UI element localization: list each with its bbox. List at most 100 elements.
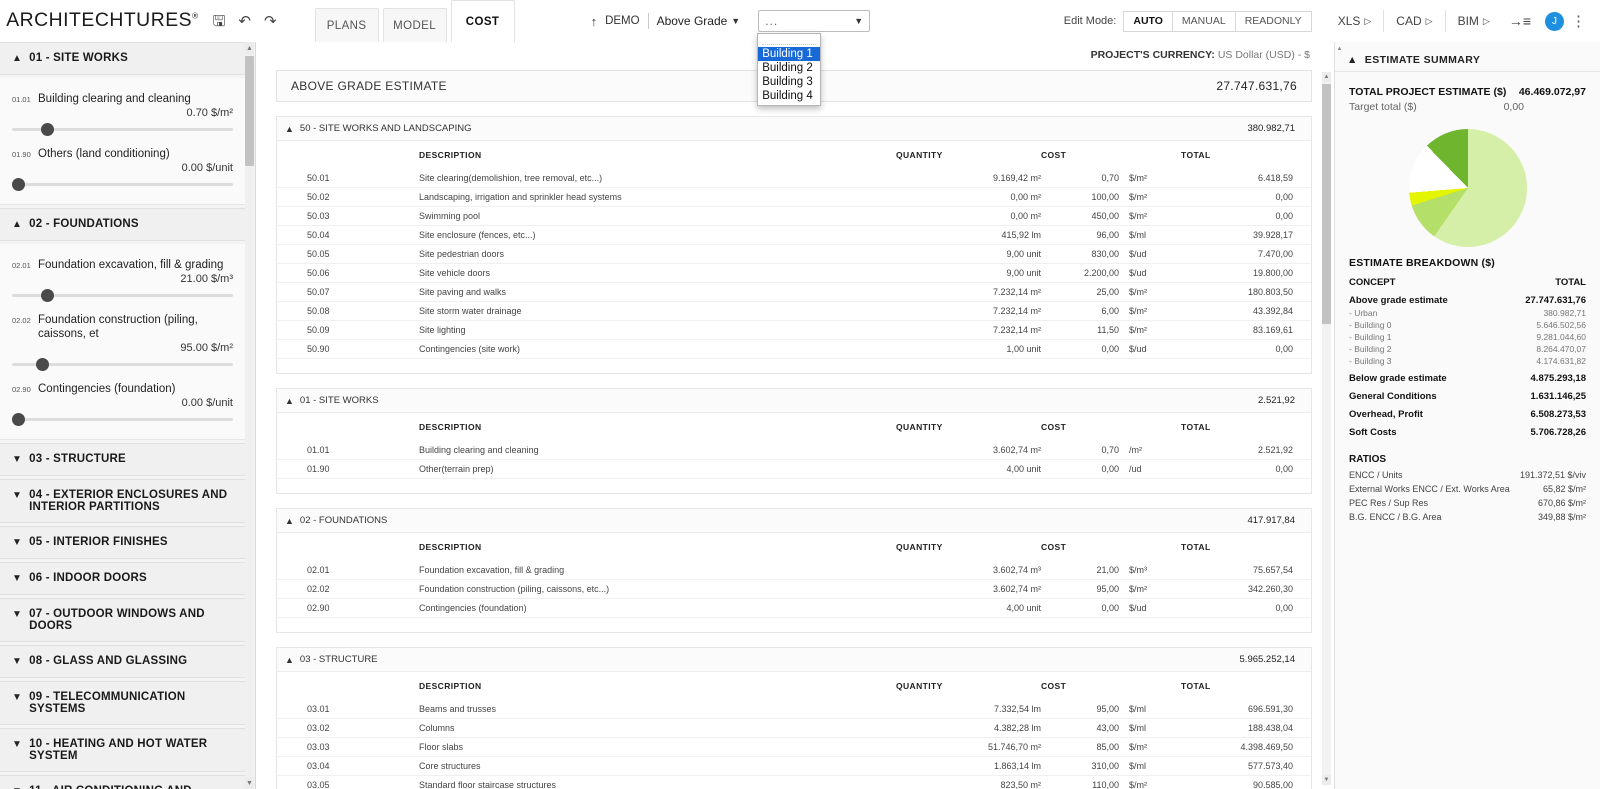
table-row[interactable]: 50.01 Site clearing(demolishion, tree rem… <box>277 169 1311 188</box>
avatar[interactable]: J <box>1545 11 1564 31</box>
grade-selector[interactable]: Above Grade ▼ <box>657 14 741 28</box>
cost-slider[interactable] <box>12 176 233 192</box>
table-row[interactable]: 50.90 Contingencies (site work) 1,00 unit 0… <box>277 339 1311 359</box>
table-row[interactable]: 02.01 Foundation excavation, fill & gradi… <box>277 561 1311 580</box>
table-row[interactable]: 03.01 Beams and trusses 7.332,54 lm 95,00 $/… <box>277 700 1311 719</box>
upload-icon[interactable]: ↑ <box>591 14 598 29</box>
cost-slider[interactable] <box>12 121 233 137</box>
tab-model[interactable]: MODEL <box>382 8 447 42</box>
cost-slider[interactable] <box>12 287 233 303</box>
sidebar-section-title: 04 - EXTERIOR ENCLOSURES AND INTERIOR PA… <box>29 489 228 513</box>
table-row[interactable]: 03.04 Core structures 1.863,14 lm 310,00 $/m… <box>277 756 1311 776</box>
slider-knob[interactable] <box>36 358 50 371</box>
sidebar-section-header[interactable]: ▲ 02 - FOUNDATIONS <box>0 208 245 241</box>
table-row[interactable]: 01.01 Building clearing and cleaning 3.602… <box>277 441 1311 460</box>
cost-section-header[interactable]: ▲ 01 - SITE WORKS 2.521,92 <box>277 389 1311 413</box>
edit-mode-readonly[interactable]: READONLY <box>1234 10 1312 32</box>
summary-scroll-up-arrow[interactable]: ▲ <box>1335 44 1344 54</box>
main-scroll-down-arrow[interactable]: ▼ <box>1322 775 1331 785</box>
tab-cost[interactable]: COST <box>450 0 515 42</box>
slider-knob[interactable] <box>40 289 54 302</box>
cost-slider[interactable] <box>12 411 233 427</box>
chevron-down-icon: ▼ <box>731 16 741 26</box>
sidebar-scroll-down-arrow[interactable]: ▼ <box>245 777 254 789</box>
building-dropdown[interactable]: Building 1 Building 2 Building 3 Buildin… <box>757 33 822 106</box>
dropdown-option-building-3[interactable]: Building 3 <box>758 75 820 89</box>
sidebar-section-header[interactable]: ▼ 09 - TELECOMMUNICATION SYSTEMS <box>0 681 245 725</box>
row-quantity: 0,00 m² <box>896 187 1041 207</box>
sidebar-section-header[interactable]: ▼ 10 - HEATING AND HOT WATER SYSTEM <box>0 728 245 772</box>
dropdown-search-field[interactable] <box>762 38 817 45</box>
sidebar-scrollbar-thumb[interactable] <box>245 56 254 166</box>
row-code: 01.90 <box>277 459 387 479</box>
undo-icon[interactable]: ↶ <box>238 14 251 29</box>
estimate-summary-header[interactable]: ▲ ESTIMATE SUMMARY <box>1335 48 1600 72</box>
row-total: 0,00 <box>1181 598 1311 618</box>
slider-knob[interactable] <box>12 413 25 426</box>
building-combo[interactable]: ... ▼ <box>758 10 871 32</box>
project-name[interactable]: DEMO <box>605 15 640 27</box>
export-cad-button[interactable]: CAD ▷ <box>1383 10 1444 32</box>
save-icon[interactable]: 🖫 <box>213 14 226 29</box>
more-options-icon[interactable]: ⋮ <box>1571 12 1590 30</box>
sidebar-section-header[interactable]: ▼ 05 - INTERIOR FINISHES <box>0 526 245 559</box>
row-code: 02.90 <box>277 598 387 618</box>
table-row[interactable]: 02.02 Foundation construction (piling, ca… <box>277 579 1311 599</box>
cost-section-header[interactable]: ▲ 03 - STRUCTURE 5.965.252,14 <box>277 648 1311 672</box>
target-total-value: 0,00 <box>1503 101 1524 113</box>
table-row[interactable]: 50.06 Site vehicle doors 9,00 unit 2.200,00… <box>277 263 1311 283</box>
body: ▲ 01 - SITE WORKS 01.01 Building clearing a… <box>0 42 1600 789</box>
table-row[interactable]: 03.02 Columns 4.382,28 lm 43,00 $/ml 188.438,… <box>277 718 1311 738</box>
sidebar-section-header[interactable]: ▲ 01 - SITE WORKS <box>0 42 245 75</box>
sidebar-section-header[interactable]: ▼ 08 - GLASS AND GLASSING <box>0 645 245 678</box>
tab-plans[interactable]: PLANS <box>314 8 379 42</box>
main-scrollbar[interactable]: ▲ ▼ <box>1322 72 1331 785</box>
sidebar-section-header[interactable]: ▼ 04 - EXTERIOR ENCLOSURES AND INTERIOR P… <box>0 479 245 523</box>
cost-section-header[interactable]: ▲ 02 - FOUNDATIONS 417.917,84 <box>277 509 1311 533</box>
item-label: Contingencies (foundation) <box>38 383 176 395</box>
cost-slider[interactable] <box>12 356 233 372</box>
main-scroll-up-arrow[interactable]: ▲ <box>1322 72 1331 82</box>
table-row[interactable]: 50.02 Landscaping, irrigation and sprinkl… <box>277 187 1311 207</box>
collapse-panel-icon[interactable]: →≡ <box>1502 13 1538 29</box>
table-row[interactable]: 03.03 Floor slabs 51.746,70 m² 85,00 $/m² 4.3… <box>277 737 1311 757</box>
export-xls-button[interactable]: XLS ▷ <box>1326 10 1384 32</box>
row-unit: $/ml <box>1119 756 1181 776</box>
table-row[interactable]: 50.08 Site storm water drainage 7.232,14 m… <box>277 301 1311 321</box>
sidebar-scroll-up-arrow[interactable]: ▲ <box>245 42 254 54</box>
cost-section-header[interactable]: ▲ 50 - SITE WORKS AND LANDSCAPING 380.982,… <box>277 117 1311 141</box>
table-row[interactable]: 50.04 Site enclosure (fences, etc...) 415,… <box>277 225 1311 245</box>
export-bim-button[interactable]: BIM ▷ <box>1444 10 1502 32</box>
sidebar-section-header[interactable]: ▼ 07 - OUTDOOR WINDOWS AND DOORS <box>0 598 245 642</box>
item-header: 02.02 Foundation construction (piling, ca… <box>12 313 233 341</box>
dropdown-option-building-1[interactable]: Building 1 <box>758 47 821 61</box>
edit-mode-manual[interactable]: MANUAL <box>1171 10 1236 32</box>
item-code: 02.02 <box>12 316 31 325</box>
table-row[interactable]: 50.09 Site lighting 7.232,14 m² 11,50 $/m² 83… <box>277 320 1311 340</box>
slider-knob[interactable] <box>12 178 25 191</box>
row-code: 50.07 <box>277 282 387 302</box>
ratio-value: 670,86 $/m² <box>1537 498 1586 508</box>
row-total: 75.657,54 <box>1181 561 1311 580</box>
row-description: Site lighting <box>387 320 896 340</box>
row-unit: $/m² <box>1119 320 1181 340</box>
dropdown-option-building-2[interactable]: Building 2 <box>758 61 820 75</box>
redo-icon[interactable]: ↷ <box>264 14 277 29</box>
breakdown-label: General Conditions <box>1349 391 1437 402</box>
sidebar-section-header[interactable]: ▼ 03 - STRUCTURE <box>0 443 245 476</box>
edit-mode-auto[interactable]: AUTO <box>1123 10 1173 32</box>
card-spacer <box>277 618 1311 632</box>
table-row[interactable]: 50.07 Site paving and walks 7.232,14 m² 25,… <box>277 282 1311 302</box>
table-row[interactable]: 50.05 Site pedestrian doors 9,00 unit 830,0… <box>277 244 1311 264</box>
table-row[interactable]: 02.90 Contingencies (foundation) 4,00 unit… <box>277 598 1311 618</box>
table-row[interactable]: 03.05 Standard floor staircase structures… <box>277 775 1311 789</box>
main-scrollbar-thumb[interactable] <box>1322 84 1331 324</box>
sidebar-section-header[interactable]: ▼ 11 - AIR CONDITIONING AND VENTILATION S… <box>0 775 245 789</box>
dropdown-option-building-4[interactable]: Building 4 <box>758 89 820 103</box>
cost-section-card: ▲ 03 - STRUCTURE 5.965.252,14 DESCRIPTION QU… <box>276 647 1312 789</box>
slider-knob[interactable] <box>40 123 54 136</box>
table-row[interactable]: 50.03 Swimming pool 0,00 m² 450,00 $/m² 0,00 <box>277 206 1311 226</box>
table-row[interactable]: 01.90 Other(terrain prep) 4,00 unit 0,00/ud… <box>277 459 1311 479</box>
col-code <box>277 533 387 561</box>
sidebar-section-header[interactable]: ▼ 06 - INDOOR DOORS <box>0 562 245 595</box>
